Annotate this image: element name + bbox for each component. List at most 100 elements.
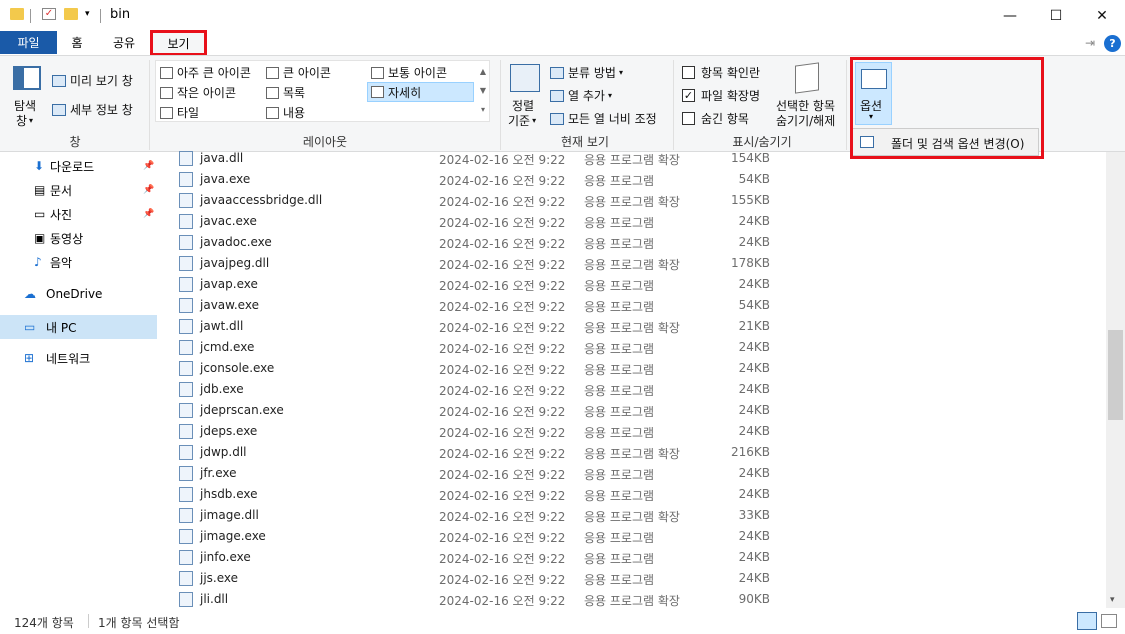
file-row[interactable]: javac.exe 2024-02-16 오전 9:22 응용 프로그램 24KB	[160, 211, 1106, 232]
nav-item-network[interactable]: ⊞ 네트워크	[0, 346, 157, 370]
gallery-scroll-icon[interactable]: ▲ ▼ ▾	[477, 62, 489, 120]
pin-icon[interactable]: 📌	[143, 161, 154, 171]
tab-view[interactable]: 보기	[150, 30, 207, 56]
tab-home[interactable]: 홈	[60, 31, 94, 54]
item-checkboxes-toggle[interactable]: 항목 확인란	[682, 64, 760, 81]
file-row[interactable]: jinfo.exe 2024-02-16 오전 9:22 응용 프로그램 24KB	[160, 547, 1106, 568]
navigation-pane-label-2: 창	[16, 114, 28, 128]
nav-label: 네트워크	[46, 351, 91, 366]
file-icon	[179, 193, 193, 208]
file-icon	[179, 487, 193, 502]
pin-ribbon-icon[interactable]: ⇥	[1085, 36, 1095, 50]
file-row[interactable]: java.dll 2024-02-16 오전 9:22 응용 프로그램 확장 154K…	[160, 148, 1106, 169]
file-row[interactable]: jimage.exe 2024-02-16 오전 9:22 응용 프로그램 24KB	[160, 526, 1106, 547]
customize-toolbar-icon[interactable]: ▾	[85, 9, 90, 19]
hidden-items-toggle[interactable]: 숨긴 항목	[682, 110, 749, 127]
help-icon[interactable]: ?	[1104, 35, 1121, 52]
file-type: 응용 프로그램 확장	[584, 258, 680, 272]
file-size: 178KB	[730, 256, 770, 270]
layout-details[interactable]: 자세히	[367, 82, 474, 102]
tab-share[interactable]: 공유	[104, 31, 144, 54]
file-type: 응용 프로그램	[584, 174, 655, 188]
nav-item-music[interactable]: ♪ 음악	[0, 250, 157, 274]
file-name: jinfo.exe	[200, 550, 251, 564]
file-row[interactable]: javaw.exe 2024-02-16 오전 9:22 응용 프로그램 54KB	[160, 295, 1106, 316]
file-row[interactable]: jfr.exe 2024-02-16 오전 9:22 응용 프로그램 24KB	[160, 463, 1106, 484]
file-type: 응용 프로그램	[584, 531, 655, 545]
nav-label: OneDrive	[46, 287, 103, 301]
file-row[interactable]: jli.dll 2024-02-16 오전 9:22 응용 프로그램 확장 90KB	[160, 589, 1106, 608]
file-size: 24KB	[738, 529, 770, 543]
navigation-pane-label[interactable]: 창 ▾	[16, 112, 33, 129]
nav-label: 문서	[50, 183, 73, 198]
file-date: 2024-02-16 오전 9:22	[439, 405, 566, 419]
properties-icon[interactable]: ✓	[42, 8, 56, 20]
file-row[interactable]: javadoc.exe 2024-02-16 오전 9:22 응용 프로그램 24KB	[160, 232, 1106, 253]
layout-small-icons[interactable]: 작은 아이콘	[160, 84, 236, 101]
scrollbar-thumb[interactable]	[1108, 330, 1123, 420]
file-row[interactable]: javajpeg.dll 2024-02-16 오전 9:22 응용 프로그램 확장…	[160, 253, 1106, 274]
file-row[interactable]: jcmd.exe 2024-02-16 오전 9:22 응용 프로그램 24KB	[160, 337, 1106, 358]
nav-item-onedrive[interactable]: ☁ OneDrive	[0, 282, 157, 306]
file-row[interactable]: jjs.exe 2024-02-16 오전 9:22 응용 프로그램 24KB	[160, 568, 1106, 589]
layout-details-label: 자세히	[388, 85, 422, 100]
layout-tiles[interactable]: 타일	[160, 104, 199, 121]
file-name: javap.exe	[200, 277, 258, 291]
pin-icon[interactable]: 📌	[143, 209, 154, 219]
layout-large-icons[interactable]: 큰 아이콘	[266, 64, 331, 81]
file-row[interactable]: jdeps.exe 2024-02-16 오전 9:22 응용 프로그램 24KB	[160, 421, 1106, 442]
nav-item-downloads[interactable]: ⬇ 다운로드 📌	[0, 154, 157, 178]
file-icon	[179, 529, 193, 544]
file-row[interactable]: jconsole.exe 2024-02-16 오전 9:22 응용 프로그램 24K…	[160, 358, 1106, 379]
large-icons-icon	[266, 66, 279, 79]
file-type: 응용 프로그램 확장	[584, 447, 680, 461]
file-name: jdeprscan.exe	[200, 403, 284, 417]
file-date: 2024-02-16 오전 9:22	[439, 195, 566, 209]
file-type: 응용 프로그램	[584, 405, 655, 419]
close-button[interactable]: ✕	[1079, 0, 1125, 31]
preview-pane-button[interactable]: 미리 보기 창	[52, 72, 133, 89]
large-icons-view-icon[interactable]	[1101, 614, 1117, 628]
minimize-button[interactable]: —	[987, 0, 1033, 31]
add-columns-button[interactable]: 열 추가 ▾	[550, 87, 612, 104]
file-row[interactable]: jhsdb.exe 2024-02-16 오전 9:22 응용 프로그램 24KB	[160, 484, 1106, 505]
nav-item-videos[interactable]: ▣ 동영상	[0, 226, 157, 250]
sort-by-label[interactable]: 기준 ▾	[508, 112, 536, 129]
layout-medium-icons[interactable]: 보통 아이콘	[371, 64, 447, 81]
file-icon	[179, 172, 193, 187]
file-type: 응용 프로그램 확장	[584, 153, 680, 167]
file-row[interactable]: jimage.dll 2024-02-16 오전 9:22 응용 프로그램 확장 33…	[160, 505, 1106, 526]
file-extensions-toggle[interactable]: ✓ 파일 확장명	[682, 87, 760, 104]
tab-file[interactable]: 파일	[0, 31, 57, 54]
file-row[interactable]: jdeprscan.exe 2024-02-16 오전 9:22 응용 프로그램 24…	[160, 400, 1106, 421]
content-icon	[266, 106, 279, 119]
file-name: java.dll	[200, 151, 244, 165]
details-view-icon[interactable]	[1077, 612, 1097, 630]
pictures-icon: ▭	[34, 207, 46, 221]
file-size: 24KB	[738, 361, 770, 375]
file-date: 2024-02-16 오전 9:22	[439, 321, 566, 335]
file-row[interactable]: javaaccessbridge.dll 2024-02-16 오전 9:22 응용…	[160, 190, 1106, 211]
nav-item-documents[interactable]: ▤ 문서 📌	[0, 178, 157, 202]
pin-icon[interactable]: 📌	[143, 185, 154, 195]
file-type: 응용 프로그램	[584, 552, 655, 566]
hide-selected-label[interactable]: 숨기기/해제	[776, 112, 835, 129]
group-by-button[interactable]: 분류 방법 ▾	[550, 64, 623, 81]
scroll-down-icon[interactable]: ▾	[1110, 595, 1115, 605]
file-date: 2024-02-16 오전 9:22	[439, 300, 566, 314]
sort-by-icon	[510, 64, 540, 92]
file-row[interactable]: javap.exe 2024-02-16 오전 9:22 응용 프로그램 24KB	[160, 274, 1106, 295]
size-columns-button[interactable]: 모든 열 너비 조정	[550, 110, 657, 127]
details-pane-button[interactable]: 세부 정보 창	[52, 101, 133, 118]
file-row[interactable]: jdwp.dll 2024-02-16 오전 9:22 응용 프로그램 확장 216K…	[160, 442, 1106, 463]
new-folder-icon[interactable]	[64, 8, 78, 20]
file-row[interactable]: java.exe 2024-02-16 오전 9:22 응용 프로그램 54KB	[160, 169, 1106, 190]
file-row[interactable]: jdb.exe 2024-02-16 오전 9:22 응용 프로그램 24KB	[160, 379, 1106, 400]
nav-item-pictures[interactable]: ▭ 사진 📌	[0, 202, 157, 226]
nav-item-this-pc[interactable]: ▭ 내 PC	[0, 315, 157, 339]
file-row[interactable]: jawt.dll 2024-02-16 오전 9:22 응용 프로그램 확장 21KB	[160, 316, 1106, 337]
layout-content[interactable]: 내용	[266, 104, 305, 121]
layout-list[interactable]: 목록	[266, 84, 305, 101]
maximize-button[interactable]: ☐	[1033, 0, 1079, 31]
layout-extra-large-icons[interactable]: 아주 큰 아이콘	[160, 64, 251, 81]
